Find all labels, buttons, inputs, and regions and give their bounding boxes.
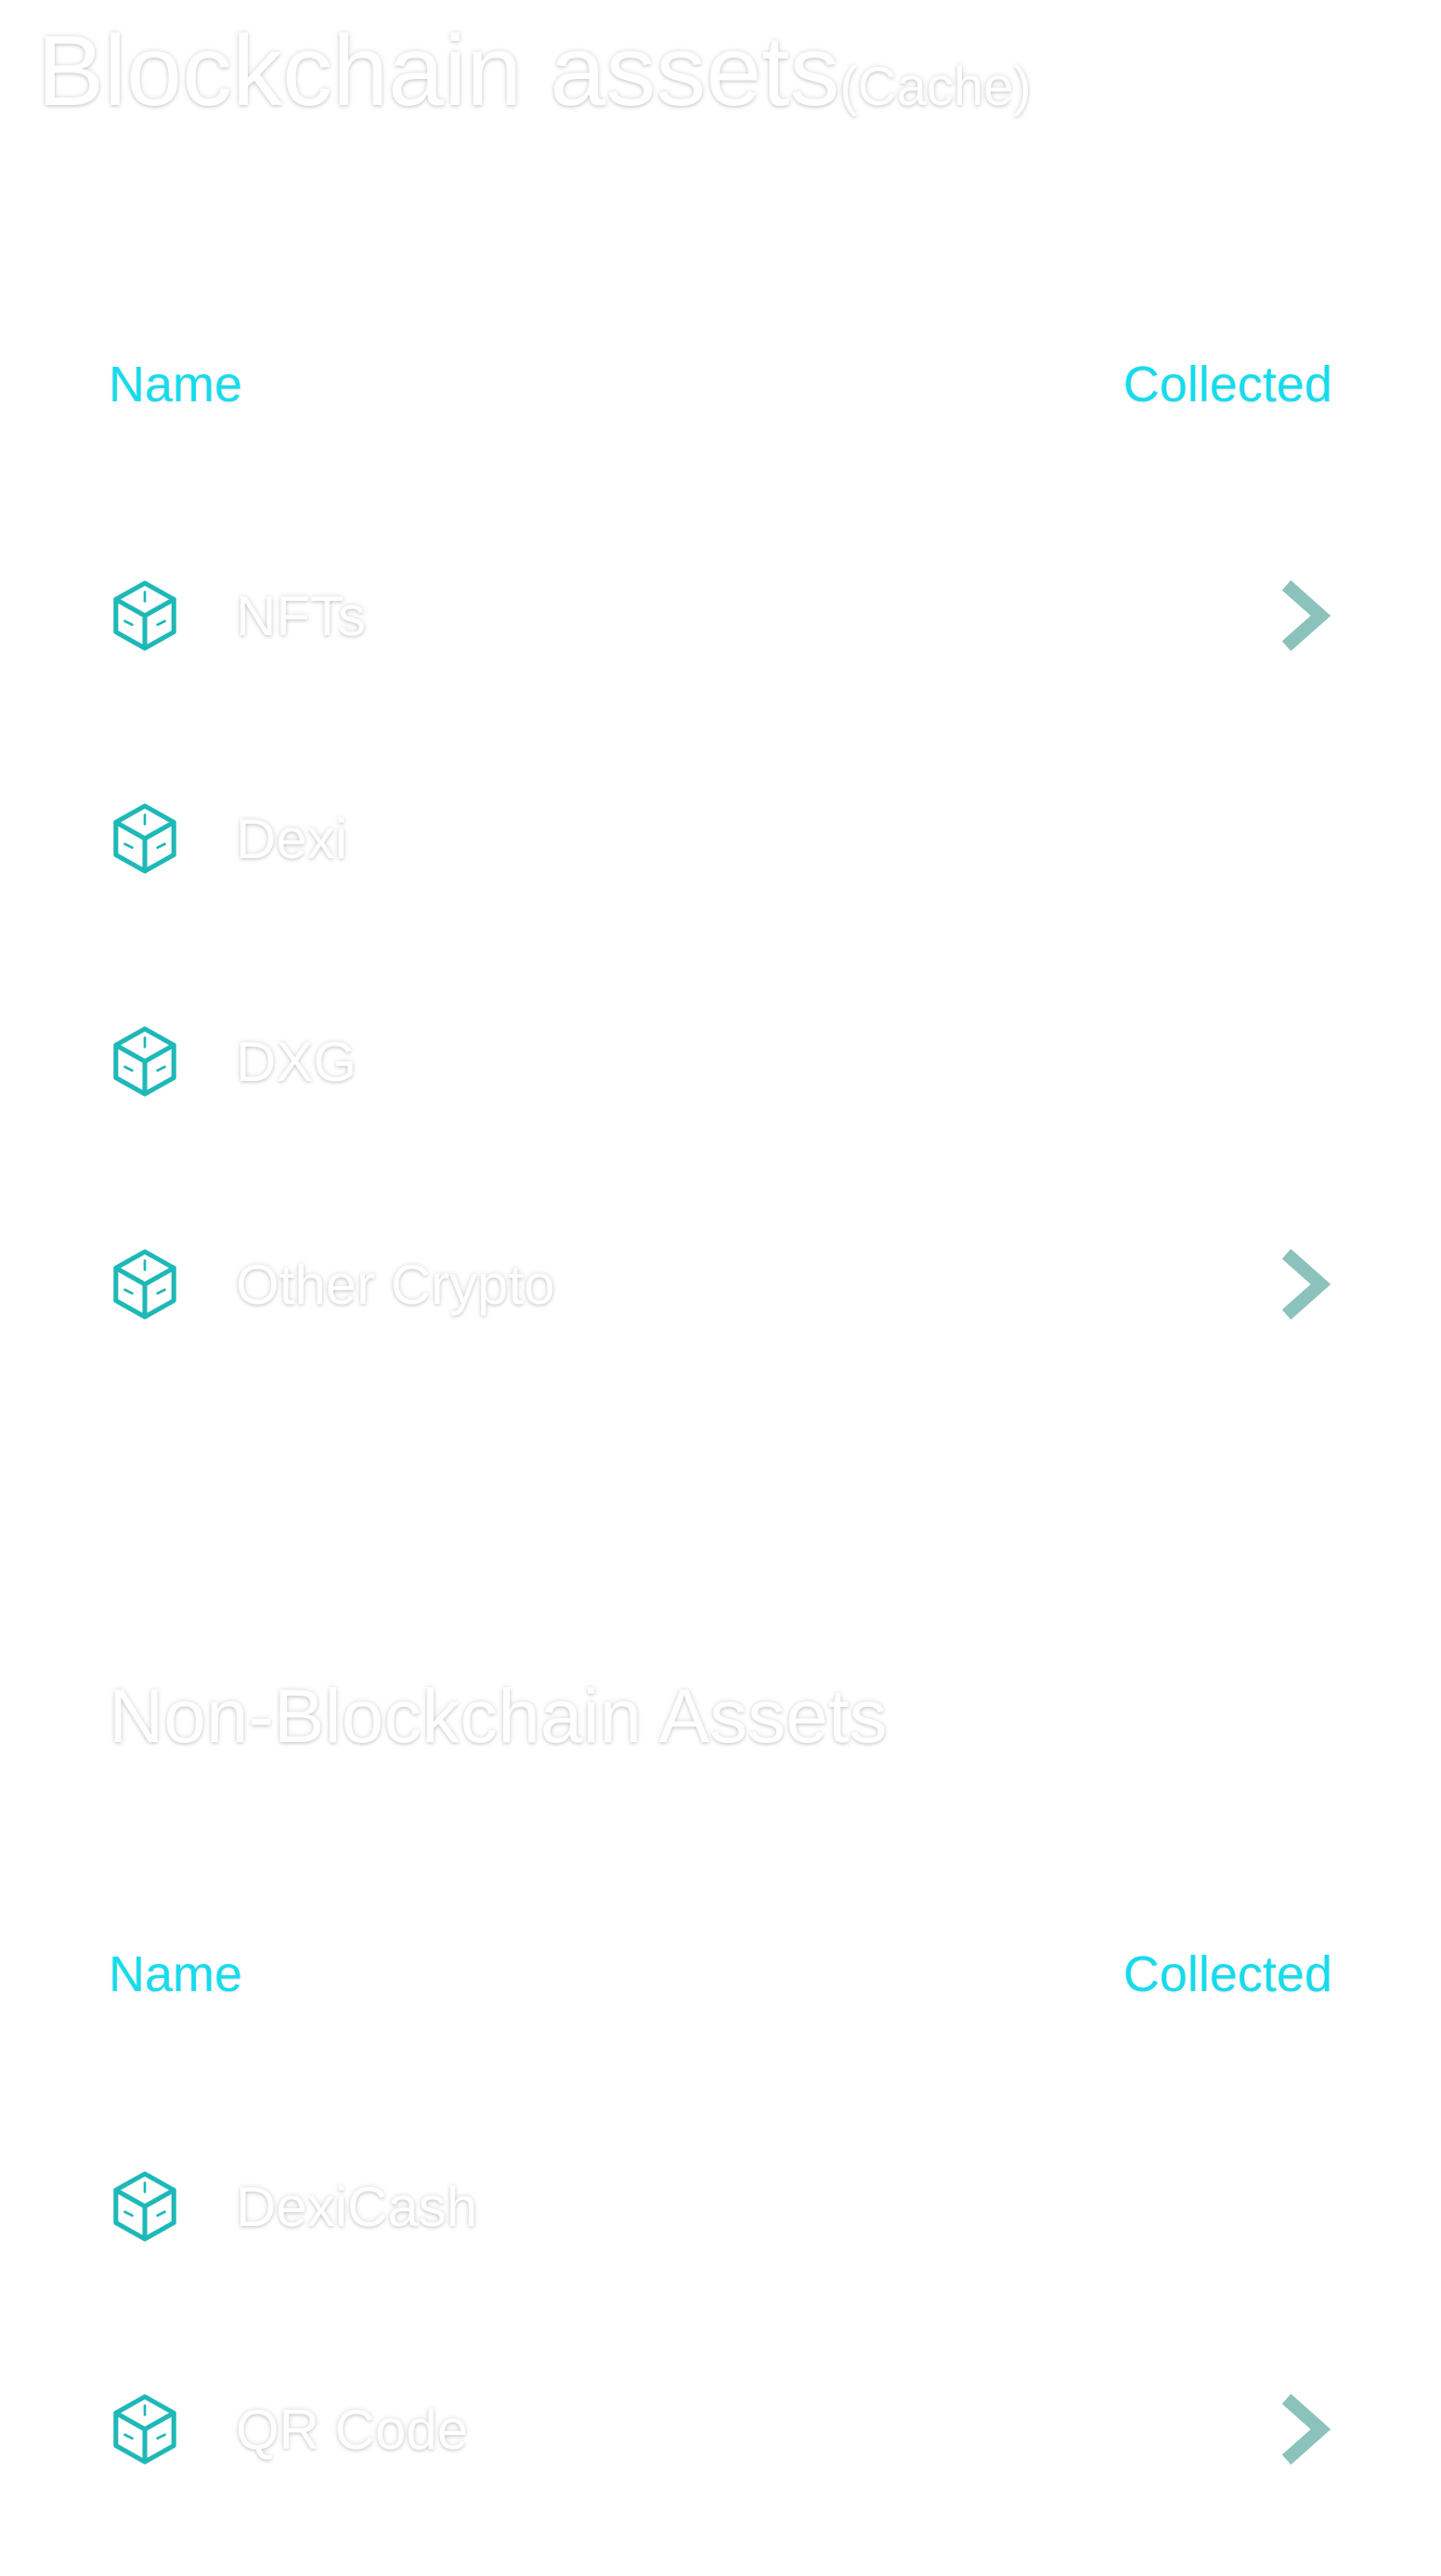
chevron-right-icon[interactable] [1275,1246,1332,1322]
asset-row-dexicash[interactable]: DexiCash [109,2165,1332,2248]
asset-row-nfts[interactable]: NFTs [109,574,1332,657]
non-blockchain-assets-title: Non-Blockchain Assets [109,1674,888,1759]
name-column-header: Name [109,357,243,412]
asset-label: DexiCash [236,2176,478,2238]
cube-icon [109,2393,181,2465]
asset-row-other-crypto[interactable]: Other Crypto [109,1242,1332,1326]
cube-icon [109,2170,181,2243]
asset-label: NFTs [236,585,366,647]
cube-icon [109,1025,181,1098]
asset-row-dxg[interactable]: DXG [109,1020,1332,1103]
asset-row-dexi[interactable]: Dexi [109,797,1332,880]
chevron-right-icon[interactable] [1275,578,1332,654]
chevron-right-icon[interactable] [1275,2391,1332,2467]
collected-column-header: Collected [1123,1946,1332,2002]
non-blockchain-column-header: Name Collected [109,1946,1332,2002]
asset-label: DXG [236,1031,357,1093]
asset-row-qr-code[interactable]: QR Code [109,2387,1332,2471]
blockchain-assets-title: Blockchain assets(Cache) [37,20,1032,121]
asset-label: Dexi [236,808,348,870]
blockchain-assets-title-text: Blockchain assets [37,14,840,126]
blockchain-column-header: Name Collected [109,357,1332,412]
name-column-header: Name [109,1946,243,2002]
collected-column-header: Collected [1123,357,1332,412]
cube-icon [109,802,181,875]
cube-icon [109,1248,181,1321]
asset-label: QR Code [236,2399,469,2461]
asset-label: Other Crypto [236,1254,555,1316]
cube-icon [109,579,181,652]
cache-label: (Cache) [839,57,1032,117]
